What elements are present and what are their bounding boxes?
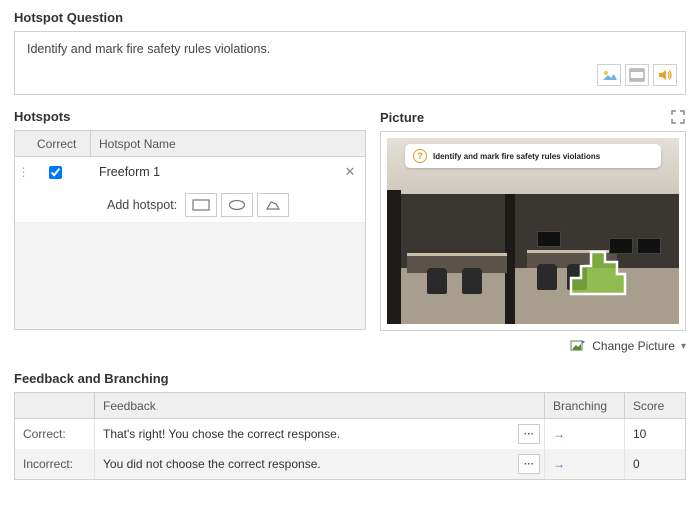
question-text: Identify and mark fire safety rules viol… bbox=[27, 42, 673, 56]
add-hotspot-row: Add hotspot: bbox=[15, 187, 365, 223]
chevron-down-icon: ▾ bbox=[681, 341, 686, 352]
branching-button[interactable]: → bbox=[553, 427, 565, 441]
add-hotspot-label: Add hotspot: bbox=[107, 198, 177, 212]
hotspot-name-cell[interactable]: Freeform 1 bbox=[91, 165, 335, 179]
drag-handle-icon[interactable]: ⋮ bbox=[15, 165, 31, 179]
media-buttons bbox=[597, 64, 677, 86]
feedback-header-branching: Branching bbox=[545, 393, 625, 418]
feedback-header-row: Feedback Branching Score bbox=[15, 393, 685, 419]
hotspots-table: Correct Hotspot Name ⋮ Freeform 1 ✕ Add … bbox=[14, 130, 366, 330]
picture-banner-text: Identify and mark fire safety rules viol… bbox=[433, 152, 600, 161]
feedback-row-incorrect: Incorrect: You did not choose the correc… bbox=[15, 449, 685, 479]
expand-picture-button[interactable] bbox=[670, 109, 686, 125]
feedback-text: That's right! You chose the correct resp… bbox=[103, 427, 340, 441]
delete-hotspot-button[interactable]: ✕ bbox=[335, 164, 365, 180]
change-picture-label: Change Picture bbox=[592, 339, 675, 353]
feedback-table: Feedback Branching Score Correct: That's… bbox=[14, 392, 686, 480]
edit-feedback-button[interactable]: ··· bbox=[518, 424, 540, 444]
feedback-row-label: Incorrect: bbox=[15, 449, 95, 479]
feedback-row-label: Correct: bbox=[15, 419, 95, 449]
feedback-text-cell[interactable]: You did not choose the correct response.… bbox=[95, 449, 545, 479]
hotspots-header-correct: Correct bbox=[31, 131, 91, 156]
office-scene-image: ? Identify and mark fire safety rules vi… bbox=[387, 138, 679, 324]
branching-button[interactable]: → bbox=[553, 457, 565, 471]
score-cell[interactable]: 10 bbox=[625, 419, 685, 449]
change-picture-button[interactable]: Change Picture ▾ bbox=[380, 339, 686, 353]
section-title-picture: Picture bbox=[380, 110, 424, 125]
feedback-header-score: Score bbox=[625, 393, 685, 418]
section-title-hotspot-question: Hotspot Question bbox=[14, 10, 686, 25]
section-title-feedback: Feedback and Branching bbox=[14, 371, 686, 386]
insert-audio-button[interactable] bbox=[653, 64, 677, 86]
add-oval-hotspot-button[interactable] bbox=[221, 193, 253, 217]
insert-image-button[interactable] bbox=[597, 64, 621, 86]
add-freeform-hotspot-button[interactable] bbox=[257, 193, 289, 217]
feedback-text: You did not choose the correct response. bbox=[103, 457, 321, 471]
hotspot-freeform-shape[interactable] bbox=[565, 248, 629, 298]
hotspot-correct-checkbox[interactable] bbox=[49, 166, 62, 179]
feedback-text-cell[interactable]: That's right! You chose the correct resp… bbox=[95, 419, 545, 449]
hotspots-header-row: Correct Hotspot Name bbox=[15, 131, 365, 157]
edit-feedback-button[interactable]: ··· bbox=[518, 454, 540, 474]
picture-preview[interactable]: ? Identify and mark fire safety rules vi… bbox=[380, 131, 686, 331]
score-cell[interactable]: 0 bbox=[625, 449, 685, 479]
question-mark-icon: ? bbox=[413, 149, 427, 163]
insert-video-button[interactable] bbox=[625, 64, 649, 86]
section-title-hotspots: Hotspots bbox=[14, 109, 70, 124]
add-rectangle-hotspot-button[interactable] bbox=[185, 193, 217, 217]
feedback-row-correct: Correct: That's right! You chose the cor… bbox=[15, 419, 685, 449]
question-box[interactable]: Identify and mark fire safety rules viol… bbox=[14, 31, 686, 95]
picture-banner: ? Identify and mark fire safety rules vi… bbox=[405, 144, 661, 168]
feedback-header-feedback: Feedback bbox=[95, 393, 545, 418]
hotspot-row: ⋮ Freeform 1 ✕ bbox=[15, 157, 365, 187]
change-picture-icon bbox=[570, 339, 586, 353]
hotspots-header-name: Hotspot Name bbox=[91, 137, 365, 151]
hotspot-correct-cell bbox=[31, 163, 91, 182]
